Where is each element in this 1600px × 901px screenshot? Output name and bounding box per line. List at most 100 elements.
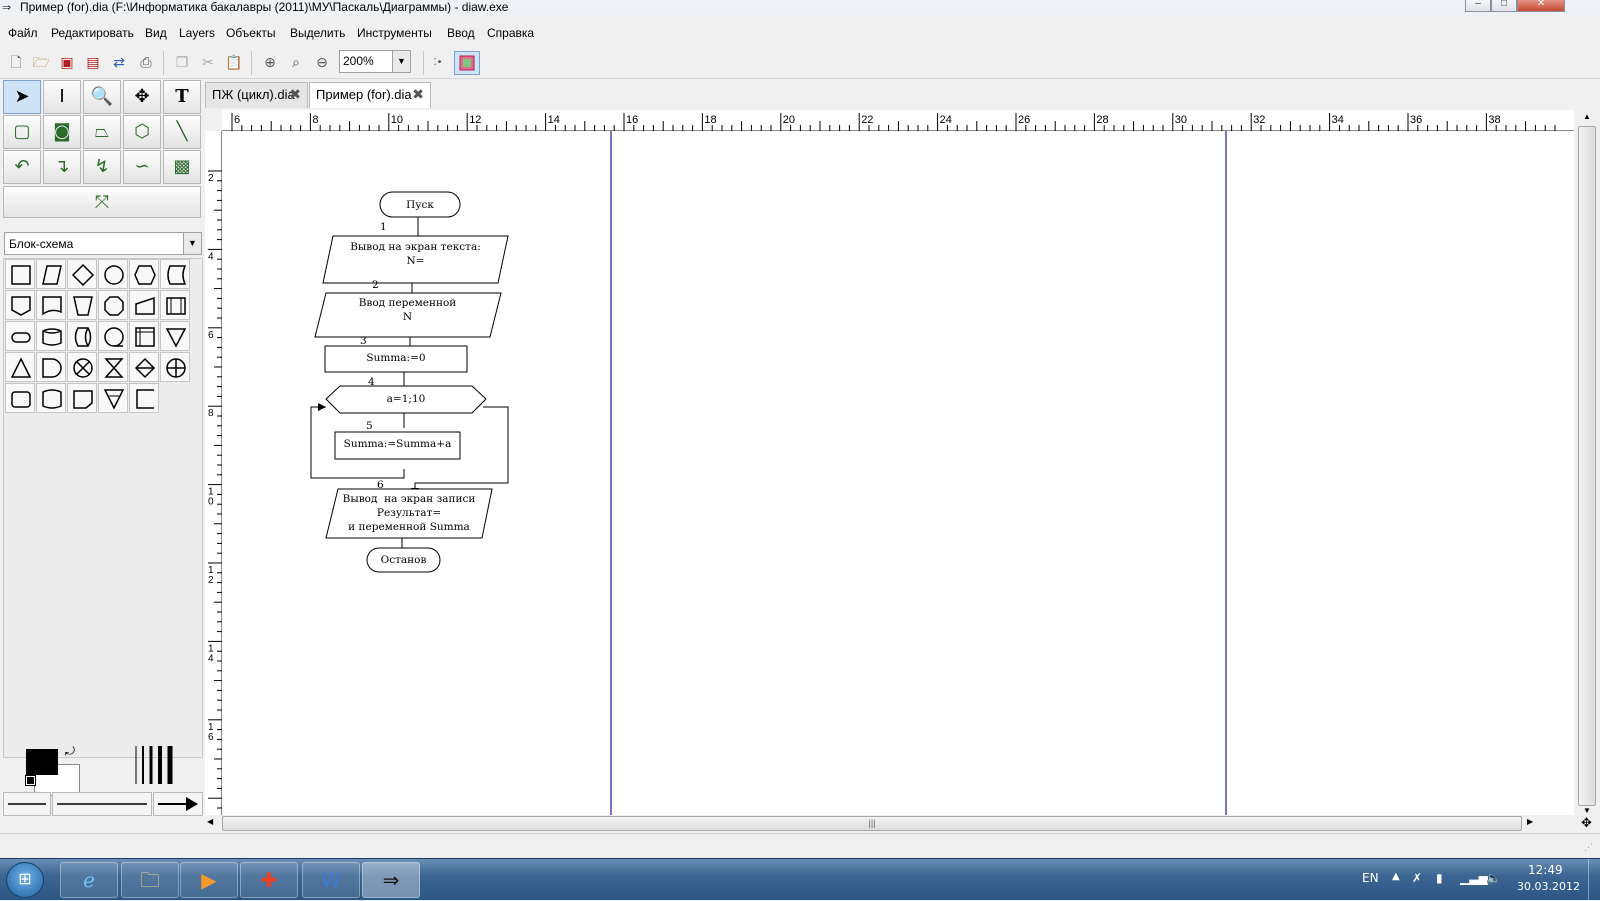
foreground-color-swatch[interactable] <box>26 749 58 775</box>
card-shape-icon[interactable] <box>67 383 97 413</box>
power-icon[interactable]: ▮ <box>1436 871 1443 885</box>
line-tool[interactable]: ╲ <box>163 115 201 149</box>
clock-date[interactable]: 30.03.2012 <box>1517 880 1580 893</box>
chevron-down-icon[interactable]: ▼ <box>392 51 410 72</box>
menu-edit[interactable]: Редактировать <box>51 26 134 40</box>
signal-icon[interactable]: ▁▃▅ <box>1460 871 1488 885</box>
outline-tool[interactable]: ⤧ <box>3 186 201 218</box>
show-desktop-button[interactable] <box>1588 859 1600 901</box>
menu-input[interactable]: Ввод <box>447 26 475 40</box>
image-tool[interactable]: ▩ <box>163 150 201 184</box>
annotation-shape-icon[interactable] <box>129 383 159 413</box>
close-icon[interactable]: ✖ <box>289 83 301 107</box>
tab-example-for[interactable]: Пример (for).dia ✖ <box>309 82 431 108</box>
save-icon[interactable]: ▣ <box>57 53 77 73</box>
text-tool[interactable]: T <box>163 80 201 114</box>
menu-file[interactable]: Файл <box>8 26 38 40</box>
preparation-shape-icon[interactable] <box>129 259 159 289</box>
scroll-right-icon[interactable]: ▶ <box>1527 817 1533 826</box>
cut-icon[interactable]: ✂ <box>198 53 218 73</box>
ellipse-tool[interactable]: ◙ <box>43 115 81 149</box>
snap-grid-icon[interactable]: ⁚• <box>428 53 448 73</box>
polyline-tool[interactable]: ↯ <box>83 150 121 184</box>
dia-taskbar-icon[interactable]: ⇒ <box>362 862 420 898</box>
media-player-taskbar-icon[interactable]: ▶ <box>180 862 238 898</box>
summing-junction-shape-icon[interactable] <box>67 352 97 382</box>
octagon-shape-icon[interactable] <box>98 290 128 320</box>
word-taskbar-icon[interactable]: W <box>302 862 360 898</box>
offpage-shape-icon[interactable] <box>5 290 35 320</box>
process-shape-icon[interactable] <box>5 259 35 289</box>
volume-icon[interactable]: 🔈 <box>1486 871 1501 885</box>
connection-snap-icon[interactable] <box>454 51 480 75</box>
menu-view[interactable]: Вид <box>145 26 167 40</box>
export-icon[interactable]: ⇄ <box>109 53 129 73</box>
explorer-taskbar-icon[interactable]: 🗀 <box>121 862 179 898</box>
rounded-box-shape-icon[interactable] <box>5 383 35 413</box>
show-hidden-icons[interactable]: ▲ <box>1392 871 1400 882</box>
swap-colors-icon[interactable]: ⤾ <box>65 744 75 759</box>
resize-grip-icon[interactable]: ⋰ <box>1584 842 1594 852</box>
paste-icon[interactable]: 📋 <box>224 53 244 73</box>
open-icon[interactable]: 🗁 <box>31 53 51 73</box>
menu-objects[interactable]: Объекты <box>226 26 276 40</box>
print-icon[interactable]: ⎙ <box>136 53 156 73</box>
stored-data-shape-icon[interactable] <box>160 259 190 289</box>
save-as-icon[interactable]: ▤ <box>83 53 103 73</box>
menu-layers[interactable]: Layers <box>179 26 215 40</box>
horizontal-scroll-thumb[interactable]: ||| <box>222 816 1522 831</box>
language-indicator[interactable]: EN <box>1362 871 1379 885</box>
data-shape-icon[interactable] <box>36 259 66 289</box>
document-shape-icon[interactable] <box>36 290 66 320</box>
connector-shape-icon[interactable] <box>98 259 128 289</box>
scroll-tool[interactable]: ✥ <box>123 80 161 114</box>
tab-pzh-cycle[interactable]: ПЖ (цикл).dia ✖ <box>205 82 308 108</box>
decision-shape-icon[interactable] <box>67 259 97 289</box>
punched-tape-shape-icon[interactable] <box>36 383 66 413</box>
arc-tool[interactable]: ↶ <box>3 150 41 184</box>
terminal-shape-icon[interactable] <box>5 321 35 351</box>
close-button[interactable]: ✕ <box>1517 0 1565 12</box>
or-shape-icon[interactable] <box>160 352 190 382</box>
drum-shape-icon[interactable] <box>67 321 97 351</box>
close-icon[interactable]: ✖ <box>412 83 424 107</box>
box-tool[interactable]: ▢ <box>3 115 41 149</box>
collate-shape-icon[interactable] <box>98 352 128 382</box>
vertical-scroll-thumb[interactable] <box>1578 126 1596 806</box>
minimize-button[interactable]: ‒ <box>1465 0 1491 12</box>
network-error-icon[interactable]: ✗ <box>1412 871 1422 885</box>
disk-shape-icon[interactable] <box>36 321 66 351</box>
text-edit-tool[interactable]: I <box>43 80 81 114</box>
transfer-shape-icon[interactable] <box>98 383 128 413</box>
zigzag-tool[interactable]: ↴ <box>43 150 81 184</box>
menu-help[interactable]: Справка <box>487 26 534 40</box>
reset-colors-icon[interactable] <box>25 775 36 786</box>
horizontal-scrollbar[interactable]: ◀ ||| ▶ ✥ <box>205 815 1592 832</box>
scroll-up-icon[interactable]: ▲ <box>1580 112 1594 122</box>
ie-taskbar-icon[interactable]: ℯ <box>60 862 118 898</box>
manual-input-shape-icon[interactable] <box>129 290 159 320</box>
delay-shape-icon[interactable] <box>36 352 66 382</box>
zoom-out-icon[interactable]: ⊖ <box>312 53 332 73</box>
chevron-down-icon[interactable]: ▼ <box>183 233 201 254</box>
pointer-tool[interactable]: ➤ <box>3 80 41 114</box>
predefined-process-shape-icon[interactable] <box>160 290 190 320</box>
line-width-icon[interactable] <box>133 746 173 786</box>
start-button[interactable]: ⊞ <box>6 862 44 898</box>
app-taskbar-icon[interactable]: ✚ <box>240 862 298 898</box>
merge-shape-icon[interactable] <box>160 321 190 351</box>
maximize-button[interactable]: □ <box>1491 0 1517 12</box>
navigator-icon[interactable]: ✥ <box>1581 815 1592 831</box>
manual-op-shape-icon[interactable] <box>67 290 97 320</box>
polygon-tool[interactable]: ⏢ <box>83 115 121 149</box>
beziergon-tool[interactable]: ⬡ <box>123 115 161 149</box>
diagram-canvas[interactable]: Пуск 1 Вывод на экран текста: N= 2 Ввод … <box>222 131 1574 815</box>
vertical-scrollbar[interactable]: ▲ ▼ <box>1574 110 1600 815</box>
end-arrow-select[interactable] <box>153 792 203 816</box>
extract-shape-icon[interactable] <box>5 352 35 382</box>
bezierline-tool[interactable]: ∽ <box>123 150 161 184</box>
line-style-select[interactable] <box>52 792 152 816</box>
sheet-select[interactable]: Блок-схема ▼ <box>4 232 202 255</box>
magnify-tool[interactable]: 🔍 <box>83 80 121 114</box>
sort-shape-icon[interactable] <box>129 352 159 382</box>
